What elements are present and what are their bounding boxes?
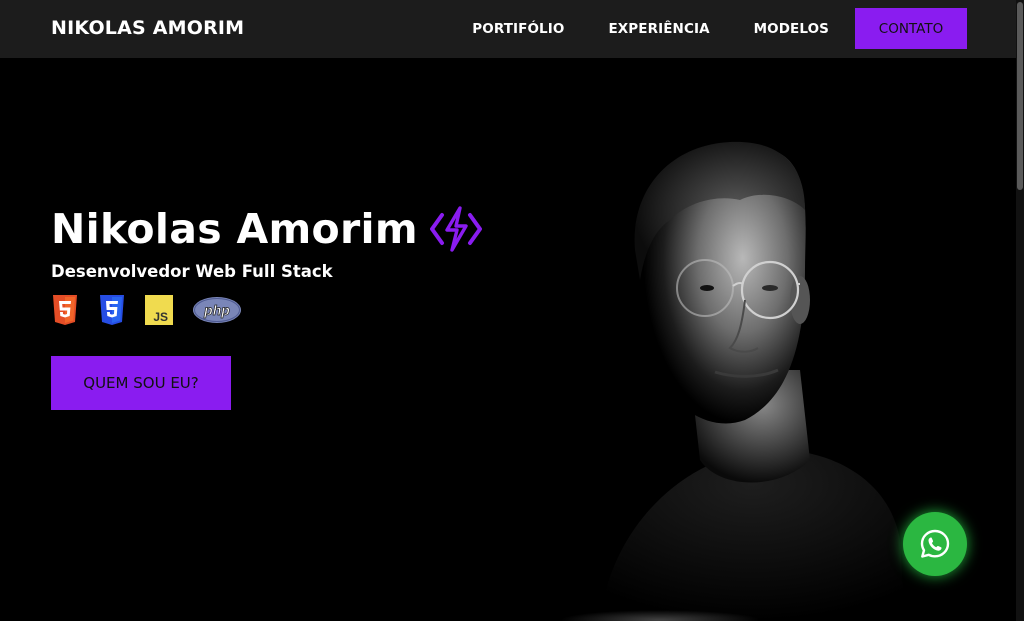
whatsapp-button[interactable] <box>903 512 967 576</box>
section-divider-glow <box>560 610 760 621</box>
hero-subtitle: Desenvolvedor Web Full Stack <box>51 262 333 281</box>
nav-menu: PORTIFÓLIO EXPERIÊNCIA MODELOS CONTATO <box>428 8 967 49</box>
brand-logo[interactable]: NIKOLAS AMORIM <box>51 17 244 39</box>
tech-stack-icons: JS php <box>51 294 261 326</box>
scrollbar-thumb[interactable] <box>1017 2 1023 190</box>
navbar: NIKOLAS AMORIM PORTIFÓLIO EXPERIÊNCIA MO… <box>0 0 1016 58</box>
scrollbar[interactable] <box>1016 0 1024 621</box>
nav-link-portfolio[interactable]: PORTIFÓLIO <box>472 21 564 37</box>
html5-icon <box>53 295 77 325</box>
javascript-icon: JS <box>145 295 173 325</box>
css3-icon <box>100 295 124 325</box>
nav-link-models[interactable]: MODELOS <box>754 21 829 37</box>
contact-button[interactable]: CONTATO <box>855 8 967 49</box>
about-me-button[interactable]: QUEM SOU EU? <box>51 356 231 410</box>
php-icon: php <box>193 297 241 323</box>
hero-title: Nikolas Amorim <box>51 205 482 253</box>
hero-name: Nikolas Amorim <box>51 205 418 253</box>
php-icon-label: php <box>203 302 230 318</box>
javascript-icon-label: JS <box>153 310 168 324</box>
page: NIKOLAS AMORIM PORTIFÓLIO EXPERIÊNCIA MO… <box>0 0 1024 621</box>
whatsapp-icon <box>920 529 950 558</box>
code-bolt-icon <box>429 206 482 252</box>
profile-photo <box>600 141 905 621</box>
nav-link-experience[interactable]: EXPERIÊNCIA <box>608 21 709 37</box>
